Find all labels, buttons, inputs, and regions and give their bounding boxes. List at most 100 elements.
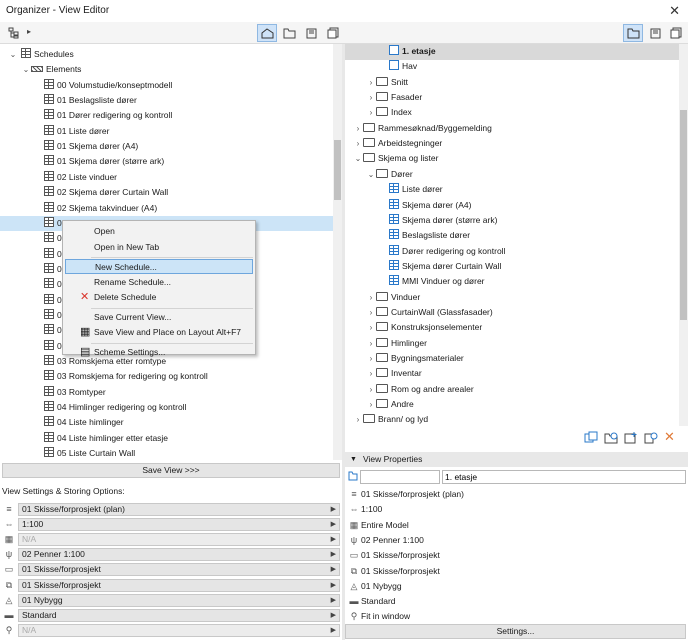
view-map-item[interactable]: Skjema dører (større ark) bbox=[345, 213, 679, 229]
view-map-item[interactable]: › Andre bbox=[345, 397, 679, 413]
dropdown-arrow-icon[interactable]: ▶ bbox=[331, 504, 336, 515]
menu-item[interactable]: Open bbox=[63, 224, 255, 239]
view-map-item[interactable]: 1. etasje bbox=[345, 44, 679, 60]
storing-option-row[interactable]: ◬ 01 Nybygg ▶ bbox=[2, 593, 340, 607]
view-map-item[interactable]: Hav bbox=[345, 59, 679, 75]
collapse-icon[interactable]: ▼ bbox=[350, 452, 357, 467]
option-dropdown[interactable]: 02 Penner 1:100 ▶ bbox=[18, 548, 340, 562]
tree-options-icon[interactable] bbox=[4, 24, 24, 42]
right-scrollbar-thumb[interactable] bbox=[680, 110, 687, 320]
view-map-item[interactable]: › Fasader bbox=[345, 90, 679, 106]
tree-item[interactable]: 02 Liste vinduer bbox=[0, 170, 333, 186]
view-map-item[interactable]: ⌄ Dører bbox=[345, 167, 679, 183]
view-map-item[interactable]: Liste dører bbox=[345, 182, 679, 198]
tree-item[interactable]: 01 Liste dører bbox=[0, 124, 333, 140]
view-map-item[interactable]: › Inventar bbox=[345, 366, 679, 382]
expand-chevron-icon[interactable]: › bbox=[366, 382, 376, 398]
expand-chevron-icon[interactable]: ⌄ bbox=[366, 167, 376, 183]
view-map-item[interactable]: › Himlinger bbox=[345, 336, 679, 352]
expand-chevron-icon[interactable]: › bbox=[366, 320, 376, 336]
tree-item[interactable]: 04 Himlinger redigering og kontroll bbox=[0, 400, 333, 416]
dropdown-arrow-icon[interactable]: ▶ bbox=[331, 549, 336, 560]
save-view-button[interactable]: Save View >>> bbox=[2, 463, 340, 478]
publisher-sets-icon[interactable] bbox=[323, 24, 343, 42]
dropdown-arrow-icon[interactable]: ▶ bbox=[331, 519, 336, 530]
left-scrollbar-thumb[interactable] bbox=[334, 140, 341, 200]
tree-item[interactable]: 03 Romskjema for redigering og kontroll bbox=[0, 369, 333, 385]
view-properties-header[interactable]: ▼ View Properties bbox=[345, 452, 688, 467]
view-map-item[interactable]: › Rom og andre arealer bbox=[345, 382, 679, 398]
storing-option-row[interactable]: ▭ 01 Skisse/forprosjekt ▶ bbox=[2, 563, 340, 577]
view-map-item[interactable]: › Vinduer bbox=[345, 290, 679, 306]
view-map-item[interactable]: › Snitt bbox=[345, 75, 679, 91]
tree-item[interactable]: 04 Liste himlinger bbox=[0, 415, 333, 431]
expand-chevron-icon[interactable]: › bbox=[366, 366, 376, 382]
storing-option-row[interactable]: ⇔ 1:100 ▶ bbox=[2, 518, 340, 532]
option-dropdown[interactable]: Standard ▶ bbox=[18, 608, 340, 622]
tree-item[interactable]: 01 Dører redigering og kontroll bbox=[0, 108, 333, 124]
menu-item[interactable]: ▤ Scheme Settings... bbox=[63, 345, 255, 360]
view-name-field[interactable] bbox=[442, 470, 686, 484]
view-map-item[interactable]: › Konstruksjonselementer bbox=[345, 320, 679, 336]
expand-chevron-icon[interactable]: › bbox=[366, 336, 376, 352]
view-map-item[interactable]: Skjema dører Curtain Wall bbox=[345, 259, 679, 275]
tree-item[interactable]: 02 Skjema dører Curtain Wall bbox=[0, 185, 333, 201]
expand-chevron-icon[interactable]: › bbox=[366, 105, 376, 121]
tree-item[interactable]: 02 Skjema takvinduer (A4) bbox=[0, 201, 333, 217]
storing-option-row[interactable]: ≡ 01 Skisse/forprosjekt (plan) ▶ bbox=[2, 503, 340, 516]
expand-chevron-icon[interactable]: › bbox=[353, 121, 363, 137]
right-publisher-sets-icon[interactable] bbox=[666, 24, 686, 42]
delete-view-icon[interactable]: ✕ bbox=[664, 429, 675, 445]
view-map-item[interactable]: Beslagsliste dører bbox=[345, 228, 679, 244]
tree-item[interactable]: 00 Volumstudie/konseptmodell bbox=[0, 78, 333, 94]
expand-chevron-icon[interactable]: › bbox=[366, 305, 376, 321]
dropdown-arrow-icon[interactable]: ▶ bbox=[331, 625, 336, 636]
option-dropdown[interactable]: 01 Skisse/forprosjekt (plan) ▶ bbox=[18, 503, 340, 516]
tree-item[interactable]: 01 Skjema dører (A4) bbox=[0, 139, 333, 155]
menu-item[interactable]: ▦ Save View and Place on Layout Alt+F7 bbox=[63, 325, 255, 340]
option-dropdown[interactable]: N/A ▶ bbox=[18, 533, 340, 547]
menu-item[interactable]: Open in New Tab bbox=[63, 240, 255, 255]
new-view-icon[interactable] bbox=[624, 431, 638, 447]
view-map-item[interactable]: › Rammesøknad/Byggemelding bbox=[345, 121, 679, 137]
view-map-item[interactable]: › Brann/ og lyd bbox=[345, 412, 679, 426]
tree-item[interactable]: 05 Liste Curtain Wall bbox=[0, 446, 333, 460]
storing-option-row[interactable]: ⚲ N/A ▶ bbox=[2, 623, 340, 637]
expand-chevron-icon[interactable]: › bbox=[366, 75, 376, 91]
expand-chevron-icon[interactable]: ⌄ bbox=[353, 151, 363, 167]
dropdown-arrow-icon[interactable]: ▶ bbox=[331, 534, 336, 545]
view-id-field[interactable] bbox=[360, 470, 440, 484]
option-dropdown[interactable]: N/A ▶ bbox=[18, 623, 340, 637]
option-dropdown[interactable]: 01 Skisse/forprosjekt ▶ bbox=[18, 563, 340, 577]
view-settings-icon[interactable] bbox=[644, 431, 658, 447]
settings-button[interactable]: Settings... bbox=[345, 624, 686, 639]
layout-book-icon[interactable] bbox=[301, 24, 321, 42]
tree-item[interactable]: ⌄ Elements bbox=[0, 62, 333, 78]
expand-chevron-icon[interactable]: ⌄ bbox=[8, 47, 18, 63]
menu-item[interactable]: New Schedule... bbox=[65, 259, 253, 274]
option-dropdown[interactable]: 01 Nybygg ▶ bbox=[18, 593, 340, 607]
storing-option-row[interactable]: ψ 02 Penner 1:100 ▶ bbox=[2, 548, 340, 562]
project-map-icon[interactable] bbox=[257, 24, 277, 42]
expand-chevron-icon[interactable]: › bbox=[353, 412, 363, 426]
menu-item[interactable]: Save Current View... bbox=[63, 310, 255, 325]
tree-item[interactable]: ⌄ Schedules bbox=[0, 47, 333, 63]
view-map-item[interactable]: › CurtainWall (Glassfasader) bbox=[345, 305, 679, 321]
option-dropdown[interactable]: 1:100 ▶ bbox=[18, 518, 340, 532]
tree-options-arrow-icon[interactable]: ▸ bbox=[27, 27, 31, 36]
view-map-item[interactable]: › Bygningsmaterialer bbox=[345, 351, 679, 367]
expand-chevron-icon[interactable]: › bbox=[366, 351, 376, 367]
option-dropdown[interactable]: 01 Skisse/forprosjekt ▶ bbox=[18, 578, 340, 592]
tree-item[interactable]: 04 Liste himlinger etter etasje bbox=[0, 431, 333, 447]
tree-item[interactable]: 01 Skjema dører (større ark) bbox=[0, 154, 333, 170]
expand-chevron-icon[interactable]: › bbox=[353, 136, 363, 152]
expand-chevron-icon[interactable]: › bbox=[366, 90, 376, 106]
view-map-item[interactable]: › Arbeidstegninger bbox=[345, 136, 679, 152]
dropdown-arrow-icon[interactable]: ▶ bbox=[331, 580, 336, 591]
right-layout-book-icon[interactable] bbox=[645, 24, 665, 42]
view-map-item[interactable]: Dører redigering og kontroll bbox=[345, 244, 679, 260]
view-map-tree[interactable]: 1. etasje Hav › Snitt › Fasader › Index › Rammesø… bbox=[345, 44, 679, 426]
dropdown-arrow-icon[interactable]: ▶ bbox=[331, 610, 336, 621]
menu-item[interactable]: ✕ Delete Schedule bbox=[63, 290, 255, 305]
storing-option-row[interactable]: ⧉ 01 Skisse/forprosjekt ▶ bbox=[2, 578, 340, 592]
